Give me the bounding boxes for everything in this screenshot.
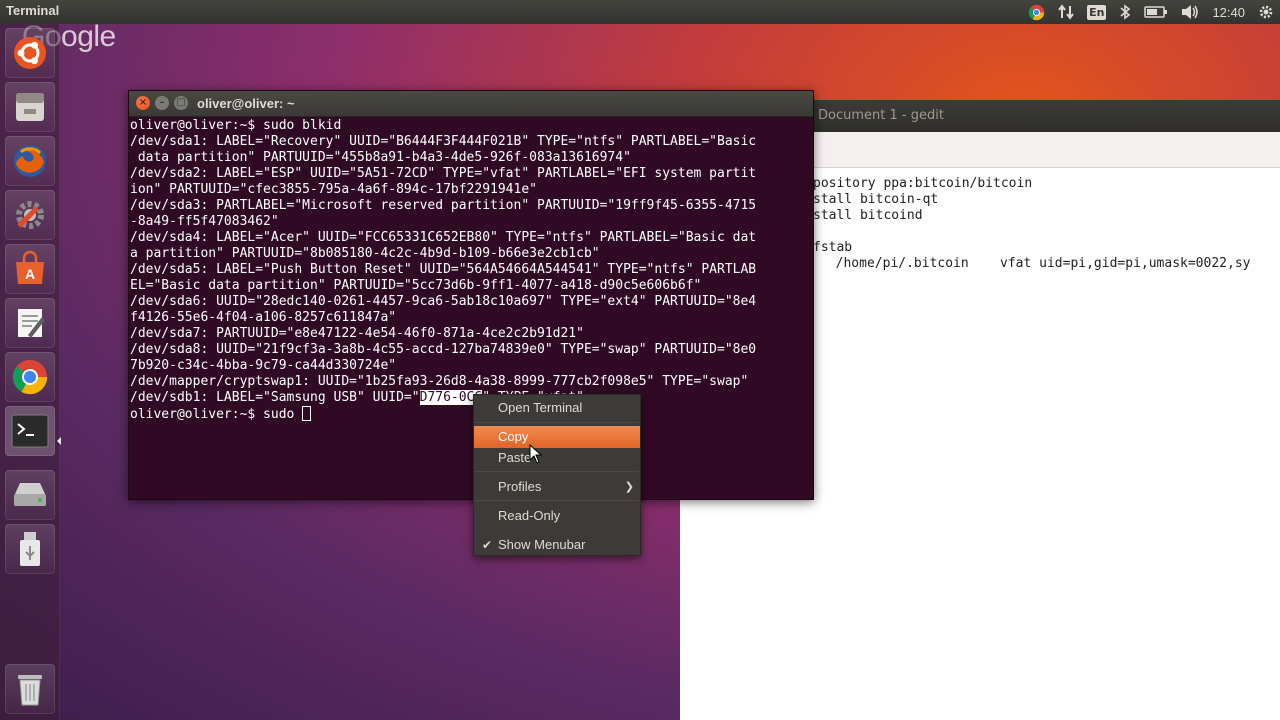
terminal-line: /dev/sda3: PARTLABEL="Microsoft reserved… — [130, 198, 757, 213]
terminal-line-sdb1: /dev/sdb1: LABEL="Samsung USB" UUID="D77… — [130, 390, 810, 406]
terminal-titlebar[interactable]: × – □ oliver@oliver: ~ — [129, 91, 813, 117]
close-window-button[interactable]: × — [136, 96, 150, 110]
checkmark-icon: ✔ — [482, 538, 493, 552]
prompt-text: oliver@oliver:~$ sudo — [130, 407, 303, 422]
chrome-icon[interactable] — [1028, 0, 1045, 24]
terminal-line: /dev/sda7: PARTUUID="e8e47122-4e54-46f0-… — [130, 326, 584, 341]
trash-icon[interactable] — [5, 664, 55, 714]
terminal-prompt-line[interactable]: oliver@oliver:~$ sudo — [130, 406, 810, 422]
menu-item-paste[interactable]: Paste — [474, 447, 640, 469]
gedit-text-line: pository ppa:bitcoin/bitcoin — [813, 176, 1033, 191]
menu-item-label: Paste — [498, 450, 532, 465]
keyboard-icon[interactable]: En — [1087, 0, 1107, 24]
clock[interactable]: 12:40 — [1212, 5, 1245, 20]
usb-drive-icon[interactable] — [5, 524, 55, 574]
system-tray: En 12:40 — [1028, 0, 1274, 24]
active-app-title: Terminal — [6, 3, 60, 18]
terminal-window[interactable]: × – □ oliver@oliver: ~ oliver@oliver:~$ … — [128, 90, 814, 500]
menu-item-open-terminal[interactable]: Open Terminal — [474, 397, 640, 419]
terminal-window-title: oliver@oliver: ~ — [197, 96, 295, 111]
files-icon[interactable] — [5, 82, 55, 132]
menu-separator — [475, 471, 639, 472]
menu-item-label: Read-Only — [498, 508, 561, 523]
launcher: A — [0, 24, 61, 720]
menu-item-read-only[interactable]: Read-Only — [474, 505, 640, 527]
terminal-line: /dev/sda5: LABEL="Push Button Reset" UUI… — [130, 262, 757, 277]
bluetooth-icon[interactable] — [1119, 0, 1131, 24]
terminal-icon[interactable] — [5, 406, 55, 456]
running-indicator — [57, 437, 61, 445]
terminal-line: /dev/sda8: UUID="21f9cf3a-3a8b-4c55-accd… — [130, 342, 757, 357]
firefox-icon[interactable] — [5, 136, 55, 186]
mouse-pointer-icon — [529, 443, 543, 468]
terminal-line: /dev/sda2: LABEL="ESP" UUID="5A51-72CD" … — [130, 166, 757, 181]
gedit-text-line: stall bitcoin-qt — [813, 192, 939, 207]
system-settings-icon[interactable] — [5, 190, 55, 240]
terminal-line: f4126-55e6-4f04-a106-8257c611847a" — [130, 310, 397, 325]
terminal-line: a partition" PARTUUID="8b085180-4c2c-4b9… — [130, 246, 600, 261]
terminal-line: oliver@oliver:~$ sudo blkid — [130, 118, 342, 133]
ubuntu-dash-icon[interactable] — [5, 28, 55, 78]
terminal-line: data partition" PARTUUID="455b8a91-b4a3-… — [130, 150, 631, 165]
terminal-line: EL="Basic data partition" PARTUUID="5cc7… — [130, 278, 702, 293]
menu-item-profiles[interactable]: Profiles ❯ — [474, 476, 640, 498]
terminal-line: /dev/sda1: LABEL="Recovery" UUID="B6444F… — [130, 134, 757, 149]
terminal-line: ion" PARTUUID="cfec3855-795a-4a6f-894c-1… — [130, 182, 537, 197]
battery-icon[interactable] — [1144, 0, 1168, 24]
gedit-text-line: /home/pi/.bitcoin vfat uid=pi,gid=pi,uma… — [820, 256, 1251, 271]
menu-item-label: Profiles — [498, 479, 542, 494]
terminal-line: /dev/sda4: LABEL="Acer" UUID="FCC65331C6… — [130, 230, 757, 245]
terminal-line: -8a49-ff5f47083462" — [130, 214, 279, 229]
gedit-text-line: stall bitcoind — [813, 208, 923, 223]
maximize-window-button[interactable]: □ — [174, 96, 188, 110]
menu-item-label: Open Terminal — [498, 400, 583, 415]
keyboard-layout-label: En — [1087, 4, 1107, 20]
gear-icon[interactable] — [1258, 0, 1274, 24]
terminal-line: /dev/mapper/cryptswap1: UUID="1b25fa93-2… — [130, 374, 749, 389]
submenu-arrow-icon: ❯ — [624, 481, 634, 493]
menu-item-copy[interactable]: Copy — [474, 426, 640, 448]
terminal-line: /dev/sda6: UUID="28edc140-0261-4457-9ca6… — [130, 294, 757, 309]
volume-icon[interactable] — [1181, 0, 1199, 24]
menu-separator — [475, 500, 639, 501]
context-menu: Open Terminal Copy Paste Profiles ❯ Read… — [473, 394, 641, 556]
gedit-window-title: Document 1 - gedit — [818, 108, 944, 123]
network-arrows-icon[interactable] — [1058, 0, 1074, 24]
minimize-window-button[interactable]: – — [155, 96, 169, 110]
sdb1-prefix: /dev/sdb1: LABEL="Samsung USB" UUID=" — [130, 390, 420, 405]
menu-item-show-menubar[interactable]: ✔ Show Menubar — [474, 534, 640, 556]
top-panel: Terminal En 12:40 — [0, 0, 1280, 24]
disk-drive-icon[interactable] — [5, 470, 55, 520]
chrome-icon[interactable] — [5, 352, 55, 402]
terminal-line: 7b920-c34c-4bba-9c79-ca44d330724e" — [130, 358, 397, 373]
text-cursor — [302, 406, 312, 421]
terminal-output[interactable]: oliver@oliver:~$ sudo blkid /dev/sda1: L… — [130, 118, 810, 422]
menu-item-label: Show Menubar — [498, 537, 586, 552]
software-center-icon[interactable]: A — [5, 244, 55, 294]
svg-text:A: A — [25, 266, 35, 282]
gedit-text-line: fstab — [813, 240, 853, 255]
text-editor-icon[interactable] — [5, 298, 55, 348]
menu-item-label: Copy — [498, 429, 529, 444]
menu-separator — [475, 422, 639, 423]
